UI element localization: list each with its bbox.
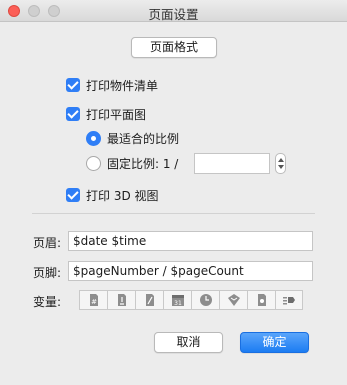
fixed-scale-radio[interactable] [86, 155, 101, 171]
footer-input[interactable]: $pageNumber / $pageCount [68, 261, 313, 281]
section-divider [32, 213, 315, 214]
fixed-scale-stepper[interactable] [275, 153, 286, 174]
header-input[interactable]: $date $time [68, 231, 313, 251]
ok-button[interactable]: 确定 [240, 332, 309, 353]
best-fit-scale-row[interactable]: 最适合的比例 [86, 129, 179, 147]
svg-text:#: # [91, 298, 97, 306]
print-item-list-label: 打印物件清单 [86, 78, 159, 93]
date-icon[interactable]: 31 [163, 290, 191, 310]
print-3d-view-row[interactable]: 打印 3D 视图 [66, 186, 159, 204]
fixed-scale-input[interactable] [194, 153, 270, 174]
cancel-button[interactable]: 取消 [154, 332, 223, 353]
print-item-list-row[interactable]: 打印物件清单 [66, 76, 158, 94]
title-bar: 页面设置 [0, 0, 347, 22]
best-fit-scale-radio[interactable] [86, 130, 101, 146]
print-3d-view-checkbox[interactable] [66, 188, 80, 202]
page-count-icon[interactable] [107, 290, 135, 310]
fixed-scale-row[interactable]: 固定比例: 1 / [86, 154, 178, 172]
stepper-down-icon[interactable] [278, 165, 284, 169]
page-number-icon[interactable]: # [79, 290, 107, 310]
variables-label: 变量: [33, 295, 62, 309]
print-plan-label: 打印平面图 [86, 107, 147, 122]
print-item-list-checkbox[interactable] [66, 78, 80, 92]
variable-buttons: # 31 [79, 290, 303, 310]
print-3d-view-label: 打印 3D 视图 [86, 188, 159, 203]
best-fit-scale-label: 最适合的比例 [107, 131, 180, 146]
fixed-scale-label: 固定比例: 1 / [107, 156, 179, 171]
plan-scale-icon[interactable] [135, 290, 163, 310]
print-plan-row[interactable]: 打印平面图 [66, 105, 146, 123]
print-plan-checkbox[interactable] [66, 107, 80, 121]
time-icon[interactable] [191, 290, 219, 310]
document-icon[interactable] [247, 290, 275, 310]
footer-label: 页脚: [33, 266, 62, 280]
page-format-button[interactable]: 页面格式 [131, 37, 217, 58]
svg-text:31: 31 [174, 300, 182, 307]
window-title: 页面设置 [148, 7, 199, 22]
page-setup-dialog: 页面设置 页面格式 打印物件清单 打印平面图 最适合的比例 固定比例: 1 / … [0, 0, 347, 385]
stepper-up-icon[interactable] [278, 158, 284, 162]
camera-icon[interactable] [275, 290, 303, 310]
header-label: 页眉: [33, 236, 62, 250]
plan-icon[interactable] [219, 290, 247, 310]
